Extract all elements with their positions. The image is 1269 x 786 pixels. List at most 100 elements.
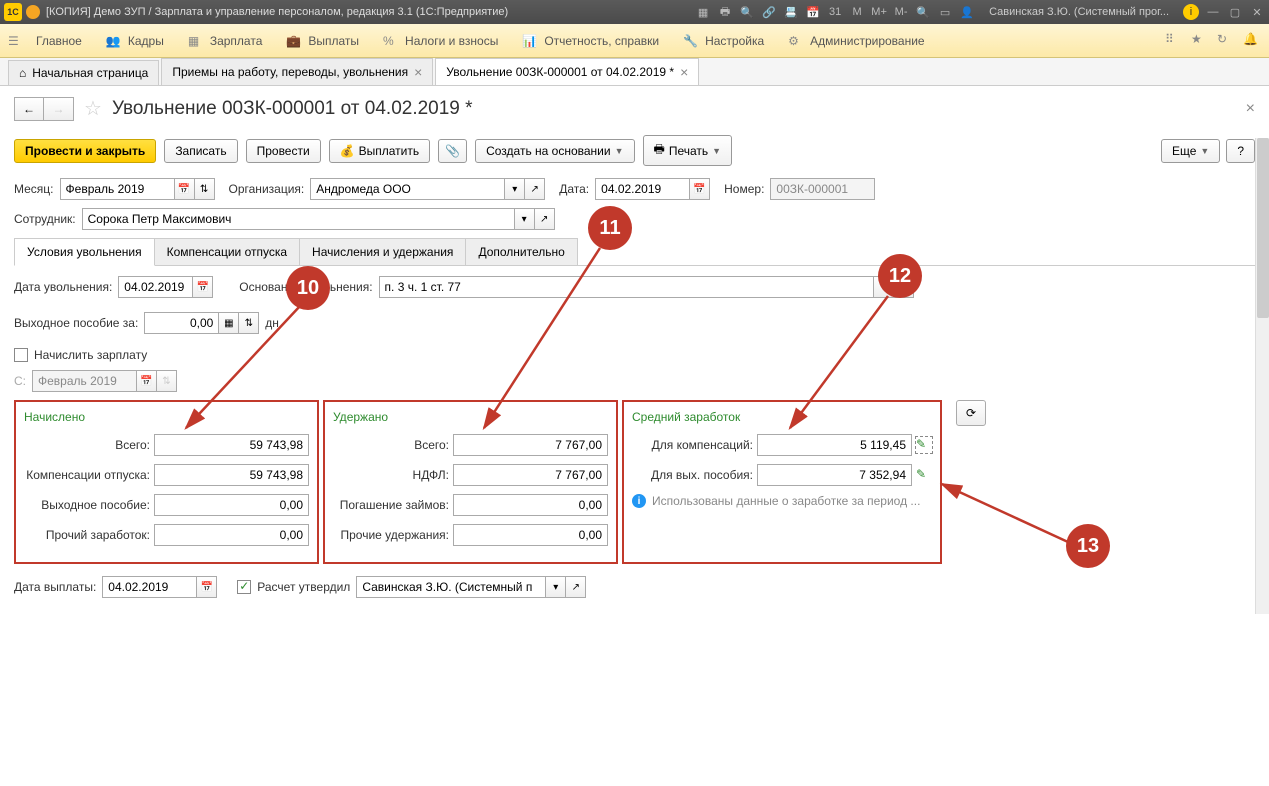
subtab-compensation[interactable]: Компенсации отпуска xyxy=(154,238,300,265)
org-input[interactable] xyxy=(310,178,505,200)
withheld-loan[interactable] xyxy=(453,494,608,516)
calendar-icon[interactable]: 📅 xyxy=(193,276,213,298)
m-icon[interactable]: M xyxy=(849,4,865,20)
withheld-total[interactable] xyxy=(453,434,608,456)
menu-reports[interactable]: 📊Отчетность, справки xyxy=(510,30,671,52)
report-icon: 📊 xyxy=(522,34,538,48)
avg-sev[interactable] xyxy=(757,464,912,486)
accrued-severance[interactable] xyxy=(154,494,309,516)
doc-close-icon[interactable]: × xyxy=(1246,100,1255,118)
pay-button[interactable]: 💰Выплатить xyxy=(329,139,430,163)
callout-12: 12 xyxy=(878,254,922,298)
minimize-icon[interactable]: — xyxy=(1205,4,1221,20)
date-input[interactable] xyxy=(595,178,690,200)
menu-main[interactable]: Главное xyxy=(24,30,94,52)
m-plus-icon[interactable]: M+ xyxy=(871,4,887,20)
sev-input[interactable] xyxy=(144,312,219,334)
spinner-icon[interactable]: ⇅ xyxy=(195,178,215,200)
spinner-icon[interactable]: ⇅ xyxy=(239,312,259,334)
dropdown-icon[interactable]: ▾ xyxy=(546,576,566,598)
tab-close-icon[interactable]: × xyxy=(680,64,688,80)
subtab-conditions[interactable]: Условия увольнения xyxy=(14,238,155,266)
menu-taxes[interactable]: %Налоги и взносы xyxy=(371,30,510,52)
menu-salary[interactable]: ▦Зарплата xyxy=(176,30,275,52)
avg-comp[interactable] xyxy=(757,434,912,456)
approved-checkbox[interactable]: ✓ xyxy=(237,580,251,594)
star-icon[interactable]: ★ xyxy=(1191,32,1209,50)
bell-icon[interactable]: 🔔 xyxy=(1243,32,1261,50)
dismiss-date-input[interactable] xyxy=(118,276,193,298)
tab-home[interactable]: ⌂Начальная страница xyxy=(8,60,159,85)
paydate-input[interactable] xyxy=(102,576,197,598)
open-icon[interactable]: ↗ xyxy=(525,178,545,200)
scrollbar[interactable] xyxy=(1255,138,1269,614)
help-button[interactable]: ? xyxy=(1226,139,1255,163)
print-button[interactable]: 🖶Печать▼ xyxy=(643,135,733,166)
tab-dismissal[interactable]: Увольнение 00ЗК-000001 от 04.02.2019 *× xyxy=(435,58,699,85)
menu-icon[interactable]: ☰ xyxy=(8,34,24,48)
calc-icon[interactable]: 📇 xyxy=(783,4,799,20)
apps-icon[interactable]: ⠿ xyxy=(1165,32,1183,50)
calendar-icon[interactable]: 📅 xyxy=(197,576,217,598)
dropdown-icon[interactable]: ▾ xyxy=(515,208,535,230)
user-name[interactable]: Савинская З.Ю. (Системный прог... xyxy=(989,6,1169,18)
withheld-panel: Удержано Всего: НДФЛ: Погашение займов: … xyxy=(323,400,618,564)
more-button[interactable]: Еще▼ xyxy=(1161,139,1220,163)
save-button[interactable]: Записать xyxy=(164,139,237,163)
calc-salary-checkbox[interactable] xyxy=(14,348,28,362)
pencil-icon[interactable]: ✎ xyxy=(916,437,932,453)
create-based-button[interactable]: Создать на основании▼ xyxy=(475,139,634,163)
zoom-icon[interactable]: 🔍 xyxy=(915,4,931,20)
app-menu-icon[interactable] xyxy=(26,5,40,19)
from-label: С: xyxy=(14,374,26,388)
window-icon[interactable]: ▭ xyxy=(937,4,953,20)
refresh-button[interactable]: ⟳ xyxy=(956,400,986,426)
reason-input[interactable] xyxy=(379,276,874,298)
date-icon[interactable]: 31 xyxy=(827,4,843,20)
calendar-icon[interactable]: 📅 xyxy=(690,178,710,200)
calc-icon[interactable]: ▦ xyxy=(219,312,239,334)
open-icon[interactable]: ↗ xyxy=(566,576,586,598)
post-close-button[interactable]: Провести и закрыть xyxy=(14,139,156,163)
scroll-thumb[interactable] xyxy=(1257,138,1269,318)
link-icon[interactable]: 🔗 xyxy=(761,4,777,20)
num-input xyxy=(770,178,875,200)
close-icon[interactable]: ✕ xyxy=(1249,4,1265,20)
printer-icon: 🖶 xyxy=(654,140,665,161)
favorite-icon[interactable]: ☆ xyxy=(84,96,102,121)
wrench-icon: 🔧 xyxy=(683,34,699,48)
history-icon[interactable]: ↻ xyxy=(1217,32,1235,50)
month-input[interactable] xyxy=(60,178,175,200)
menu-settings[interactable]: 🔧Настройка xyxy=(671,30,776,52)
menu-hr[interactable]: 👥Кадры xyxy=(94,30,176,52)
search-icon[interactable]: 🔍 xyxy=(739,4,755,20)
nav-forward-button[interactable]: → xyxy=(44,97,74,121)
accrued-other[interactable] xyxy=(154,524,309,546)
maximize-icon[interactable]: ▢ xyxy=(1227,4,1243,20)
info-icon[interactable]: i xyxy=(1183,4,1199,20)
tab-close-icon[interactable]: × xyxy=(414,64,422,80)
toolbar-icon[interactable]: ▦ xyxy=(695,4,711,20)
attach-button[interactable]: 📎 xyxy=(438,139,467,163)
withheld-other[interactable] xyxy=(453,524,608,546)
pencil-icon[interactable]: ✎ xyxy=(916,467,932,483)
calendar-icon[interactable]: 📅 xyxy=(805,4,821,20)
approver-input[interactable] xyxy=(356,576,546,598)
subtab-accruals[interactable]: Начисления и удержания xyxy=(299,238,466,265)
menu-admin[interactable]: ⚙Администрирование xyxy=(776,30,936,52)
dropdown-icon[interactable]: ▾ xyxy=(505,178,525,200)
tab-hires[interactable]: Приемы на работу, переводы, увольнения× xyxy=(161,58,433,85)
accrued-vacation[interactable] xyxy=(154,464,309,486)
open-icon[interactable]: ↗ xyxy=(535,208,555,230)
menu-payments[interactable]: 💼Выплаты xyxy=(274,30,371,52)
nav-back-button[interactable]: ← xyxy=(14,97,44,121)
accrued-total[interactable] xyxy=(154,434,309,456)
window-title: [КОПИЯ] Демо ЗУП / Зарплата и управление… xyxy=(46,6,695,18)
withheld-ndfl[interactable] xyxy=(453,464,608,486)
m-minus-icon[interactable]: M- xyxy=(893,4,909,20)
print-icon[interactable]: 🖶 xyxy=(717,4,733,20)
post-button[interactable]: Провести xyxy=(246,139,321,163)
subtab-additional[interactable]: Дополнительно xyxy=(465,238,577,265)
emp-input[interactable] xyxy=(82,208,515,230)
calendar-icon[interactable]: 📅 xyxy=(175,178,195,200)
